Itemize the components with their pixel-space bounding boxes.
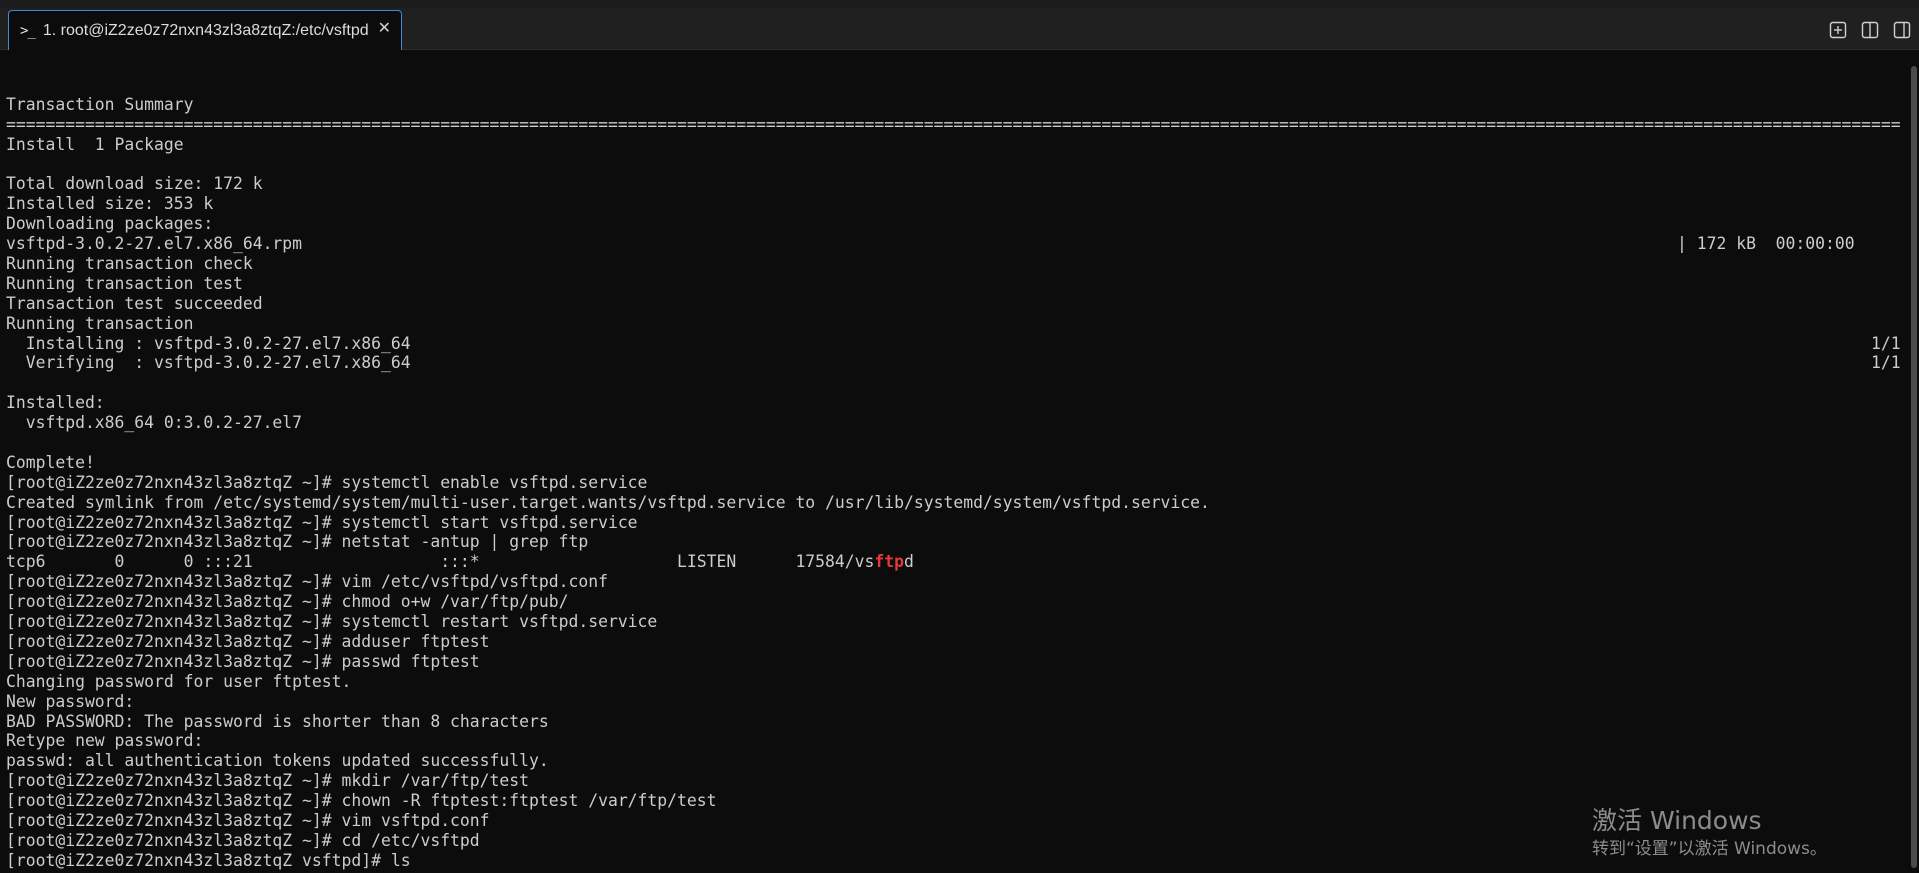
terminal-line-suffix: d xyxy=(904,552,914,572)
terminal-line: Complete! xyxy=(6,453,1906,473)
terminal-line: Transaction test succeeded xyxy=(6,294,1906,314)
title-strip xyxy=(0,0,1919,8)
terminal-line: [root@iZ2ze0z72nxn43zl3a8ztqZ ~]# system… xyxy=(6,473,1906,493)
terminal-line-text: Changing password for user ftptest. xyxy=(6,671,352,691)
terminal-line: Created symlink from /etc/systemd/system… xyxy=(6,493,1906,513)
tab-terminal-session[interactable]: >_ 1. root@iZ2ze0z72nxn43zl3a8ztqZ:/etc/… xyxy=(8,10,402,50)
terminal-line-text: New password: xyxy=(6,691,135,711)
terminal-lines: Transaction Summary =====================… xyxy=(6,75,1906,873)
terminal-line-text: [root@iZ2ze0z72nxn43zl3a8ztqZ ~]# chmod … xyxy=(6,592,569,612)
tab-title: 1. root@iZ2ze0z72nxn43zl3a8ztqZ:/etc/vsf… xyxy=(42,21,369,39)
terminal-line-text: Retype new password: xyxy=(6,731,204,751)
terminal-line-text: [root@iZ2ze0z72nxn43zl3a8ztqZ ~]# system… xyxy=(6,472,648,492)
scrollbar[interactable] xyxy=(1907,50,1919,873)
terminal-line-text: Downloading packages: xyxy=(6,214,214,234)
terminal-line-text: [root@iZ2ze0z72nxn43zl3a8ztqZ ~]# system… xyxy=(6,612,658,632)
terminal-line: Total download size: 172 k xyxy=(6,174,1906,194)
terminal-line: Running transaction xyxy=(6,314,1906,334)
terminal-line: Retype new password: xyxy=(6,731,1906,751)
terminal-line-text: Transaction Summary xyxy=(6,94,194,114)
terminal-line-text: Installing : vsftpd-3.0.2-27.el7.x86_64 xyxy=(6,333,411,353)
download-progress-info: | 172 kB 00:00:00 xyxy=(1677,234,1855,254)
terminal-line: [root@iZ2ze0z72nxn43zl3a8ztqZ ~]# vim /e… xyxy=(6,572,1906,592)
grep-match-highlight: ftp xyxy=(874,552,904,572)
terminal-line-text: [root@iZ2ze0z72nxn43zl3a8ztqZ ~]# system… xyxy=(6,512,638,532)
terminal-line-text: Complete! xyxy=(6,452,95,472)
terminal-line-text: [root@iZ2ze0z72nxn43zl3a8ztqZ ~]# passwd… xyxy=(6,651,480,671)
terminal-line: Transaction Summary xyxy=(6,95,1906,115)
terminal-line: Verifying : vsftpd-3.0.2-27.el7.x86_64 1/… xyxy=(6,353,1906,373)
terminal-line-text: Total download size: 172 k xyxy=(6,174,263,194)
terminal-line: Changing password for user ftptest. xyxy=(6,672,1906,692)
watermark-title: 激活 Windows xyxy=(1592,806,1762,835)
terminal-line: Installed: xyxy=(6,393,1906,413)
terminal-line: vsftpd.x86_64 0:3.0.2-27.el7 xyxy=(6,413,1906,433)
terminal-line: [root@iZ2ze0z72nxn43zl3a8ztqZ ~]# netsta… xyxy=(6,532,1906,552)
terminal-line-text: passwd: all authentication tokens update… xyxy=(6,751,549,771)
close-icon[interactable]: ✕ xyxy=(378,20,391,36)
terminal-line-text: [root@iZ2ze0z72nxn43zl3a8ztqZ ~]# vim /e… xyxy=(6,572,608,592)
windows-activation-watermark: 激活 Windows 转到“设置”以激活 Windows。 xyxy=(1592,806,1827,862)
terminal-line: Downloading packages: xyxy=(6,214,1906,234)
terminal-line: New password: xyxy=(6,692,1906,712)
terminal-line: Running transaction test xyxy=(6,274,1906,294)
terminal-line: passwd: all authentication tokens update… xyxy=(6,751,1906,771)
terminal-line-text: Created symlink from /etc/systemd/system… xyxy=(6,492,1210,512)
terminal-line-text: vsftpd.x86_64 0:3.0.2-27.el7 xyxy=(6,413,303,433)
terminal-line: [root@iZ2ze0z72nxn43zl3a8ztqZ ~]# adduse… xyxy=(6,632,1906,652)
terminal-line-text: [root@iZ2ze0z72nxn43zl3a8ztqZ ~]# mkdir … xyxy=(6,771,530,791)
terminal-line: BAD PASSWORD: The password is shorter th… xyxy=(6,712,1906,732)
terminal-line: Running transaction check xyxy=(6,254,1906,274)
terminal-line-text: Verifying : vsftpd-3.0.2-27.el7.x86_64 xyxy=(6,353,411,373)
terminal-prompt-icon: >_ xyxy=(20,22,36,39)
terminal-line-text: Install 1 Package xyxy=(6,134,184,154)
terminal-line: Install 1 Package xyxy=(6,135,1906,155)
terminal-line: [root@iZ2ze0z72nxn43zl3a8ztqZ ~]# mkdir … xyxy=(6,771,1906,791)
terminal-output[interactable]: Transaction Summary =====================… xyxy=(0,50,1919,873)
transaction-step-count: 1/1 xyxy=(1871,333,1901,353)
terminal-line: [root@iZ2ze0z72nxn43zl3a8ztqZ ~]# system… xyxy=(6,612,1906,632)
terminal-line: ========================================… xyxy=(6,115,1906,135)
terminal-line-text: [root@iZ2ze0z72nxn43zl3a8ztqZ ~]# adduse… xyxy=(6,631,490,651)
terminal-line: Installed size: 353 k xyxy=(6,194,1906,214)
terminal-line-text: vsftpd-3.0.2-27.el7.x86_64.rpm xyxy=(6,234,303,254)
terminal-line-text: Transaction test succeeded xyxy=(6,293,263,313)
terminal-line-text: [root@iZ2ze0z72nxn43zl3a8ztqZ ~]# cd /et… xyxy=(6,830,480,850)
terminal-line-text: [root@iZ2ze0z72nxn43zl3a8ztqZ ~]# vim vs… xyxy=(6,810,490,830)
terminal-line-text: ========================================… xyxy=(6,114,1901,134)
terminal-line-text: [root@iZ2ze0z72nxn43zl3a8ztqZ ~]# netsta… xyxy=(6,532,589,552)
layout-icon[interactable] xyxy=(1892,20,1912,40)
terminal-line-text: BAD PASSWORD: The password is shorter th… xyxy=(6,711,549,731)
terminal-line-text: Running transaction test xyxy=(6,273,243,293)
tab-bar: >_ 1. root@iZ2ze0z72nxn43zl3a8ztqZ:/etc/… xyxy=(0,8,1919,50)
terminal-line-text: Running transaction check xyxy=(6,254,253,274)
new-tab-icon[interactable] xyxy=(1828,20,1848,40)
scrollbar-thumb[interactable] xyxy=(1911,66,1917,868)
terminal-line-text: [root@iZ2ze0z72nxn43zl3a8ztqZ ~]# chown … xyxy=(6,791,717,811)
terminal-line: Installing : vsftpd-3.0.2-27.el7.x86_64 1… xyxy=(6,334,1906,354)
transaction-step-count: 1/1 xyxy=(1871,353,1901,373)
terminal-line: [root@iZ2ze0z72nxn43zl3a8ztqZ ~]# system… xyxy=(6,513,1906,533)
terminal-line-text: Running transaction xyxy=(6,313,194,333)
terminal-line: [root@iZ2ze0z72nxn43zl3a8ztqZ ~]# chmod … xyxy=(6,592,1906,612)
terminal-line: [root@iZ2ze0z72nxn43zl3a8ztqZ ~]# passwd… xyxy=(6,652,1906,672)
terminal-line-text: Installed size: 353 k xyxy=(6,194,214,214)
split-pane-icon[interactable] xyxy=(1860,20,1880,40)
watermark-subtitle: 转到“设置”以激活 Windows。 xyxy=(1592,839,1827,859)
terminal-line: tcp6 0 0 :::21 :::* LISTEN 17584/vsftpd xyxy=(6,552,1906,572)
terminal-line-text: [root@iZ2ze0z72nxn43zl3a8ztqZ vsftpd]# l… xyxy=(6,850,411,870)
terminal-line-text: tcp6 0 0 :::21 :::* LISTEN 17584/vs xyxy=(6,552,875,572)
terminal-line: vsftpd-3.0.2-27.el7.x86_64.rpm | 172 kB 0… xyxy=(6,234,1906,254)
terminal-line-text: Installed: xyxy=(6,393,105,413)
